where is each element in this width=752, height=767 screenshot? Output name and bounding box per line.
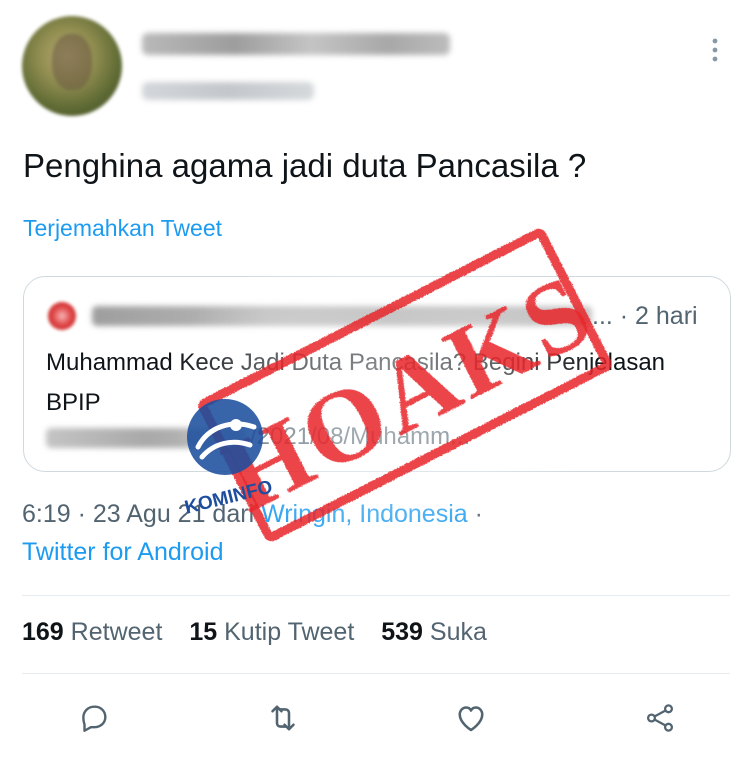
retweet-icon	[271, 705, 295, 731]
retweets-stat[interactable]: 169 Retweet	[22, 618, 162, 646]
quoted-author-avatar	[48, 302, 76, 330]
quoted-tweet-url: /2021/08/Muhamm...	[250, 423, 471, 450]
tweet-text: Penghina agama jadi duta Pancasila ?	[23, 147, 587, 184]
tweet-timestamp-line: 6:19 · 23 Agu 21 dari Wringin, Indonesia…	[22, 496, 483, 532]
quote-tweets-stat[interactable]: 15 Kutip Tweet	[189, 618, 354, 646]
likes-count: 539	[381, 618, 423, 646]
quote-tweets-label: Kutip Tweet	[224, 618, 355, 646]
retweets-count: 169	[22, 618, 64, 646]
share-icon	[646, 704, 674, 732]
likes-stat[interactable]: 539 Suka	[381, 618, 487, 646]
retweet-button[interactable]	[259, 694, 307, 742]
author-name-redacted[interactable]	[142, 33, 450, 55]
author-avatar[interactable]	[22, 16, 122, 116]
heart-icon	[458, 706, 484, 732]
like-button[interactable]	[447, 694, 495, 742]
quote-tweets-count: 15	[189, 618, 218, 646]
divider-top	[22, 595, 730, 596]
retweets-label: Retweet	[70, 618, 163, 646]
quoted-author-name-redacted	[92, 306, 592, 326]
quoted-url-redacted	[46, 428, 246, 448]
tweet-source-link[interactable]: Twitter for Android	[22, 534, 223, 570]
tweet-stats: 169 Retweet 15 Kutip Tweet 539 Suka	[22, 614, 507, 650]
reply-button[interactable]	[70, 694, 118, 742]
share-button[interactable]	[636, 694, 684, 742]
author-handle-redacted	[142, 82, 314, 100]
tweet-location-link[interactable]: Wringin, Indonesia	[261, 500, 468, 528]
likes-label: Suka	[429, 618, 487, 646]
translate-tweet-link[interactable]: Terjemahkan Tweet	[23, 212, 222, 244]
meta-separator: ·	[467, 500, 483, 528]
quoted-tweet-title: Muhammad Kece Jadi Duta Pancasila? Begin…	[46, 349, 666, 416]
quoted-tweet-time: ... · 2 hari	[592, 302, 698, 330]
more-vertical-icon[interactable]	[704, 35, 726, 65]
divider-bottom	[22, 673, 730, 674]
reply-icon	[82, 705, 107, 732]
tweet-time-date[interactable]: 6:19 · 23 Agu 21 dari	[22, 500, 261, 528]
